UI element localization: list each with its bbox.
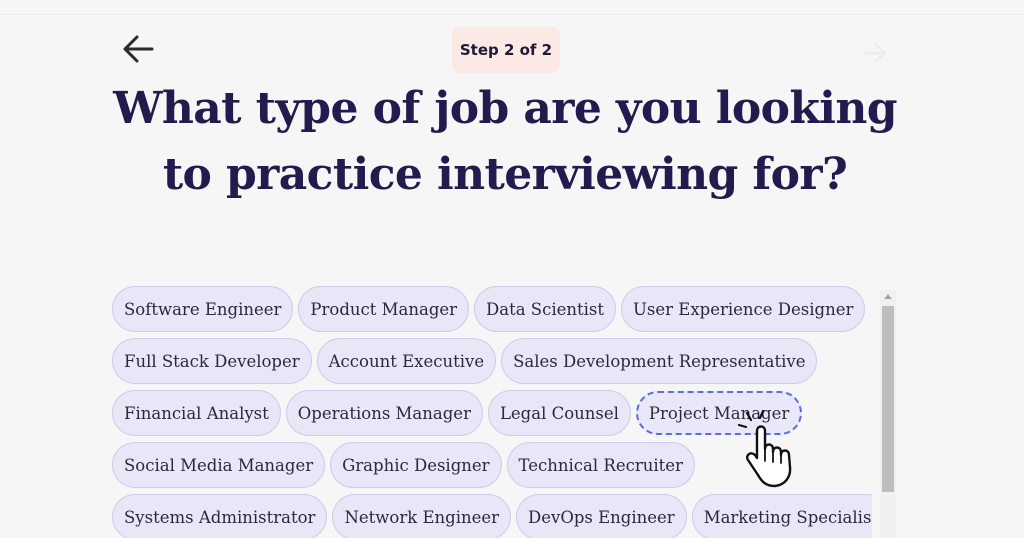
back-button[interactable] [118,30,158,68]
job-options-list: Software Engineer Product Manager Data Sci… [112,286,872,538]
job-options-row: Financial Analyst Operations Manager Legal… [112,390,872,436]
job-chip-technical-recruiter[interactable]: Technical Recruiter [506,442,695,488]
job-chip-graphic-designer[interactable]: Graphic Designer [330,442,502,488]
job-chip-account-executive[interactable]: Account Executive [316,338,497,384]
job-chip-devops-engineer[interactable]: DevOps Engineer [516,494,687,538]
job-chip-social-media-manager[interactable]: Social Media Manager [112,442,326,488]
top-divider [0,14,1024,15]
job-chip-product-manager[interactable]: Product Manager [298,286,470,332]
job-chip-marketing-specialist[interactable]: Marketing Specialist [691,494,872,538]
job-chip-operations-manager[interactable]: Operations Manager [285,390,483,436]
job-chip-systems-administrator[interactable]: Systems Administrator [112,494,328,538]
options-scrollbar[interactable] [880,290,896,538]
job-options-row: Full Stack Developer Account Executive Sal… [112,338,872,384]
job-chip-sales-development-representative[interactable]: Sales Development Representative [501,338,818,384]
job-chip-financial-analyst[interactable]: Financial Analyst [112,390,281,436]
job-options-row: Software Engineer Product Manager Data Sci… [112,286,872,332]
forward-button[interactable] [858,36,892,70]
job-chip-project-manager[interactable]: Project Manager [635,391,803,435]
step-indicator: Step 2 of 2 [452,27,560,73]
job-chip-user-experience-designer[interactable]: User Experience Designer [621,286,866,332]
job-chip-full-stack-developer[interactable]: Full Stack Developer [112,338,312,384]
job-chip-data-scientist[interactable]: Data Scientist [474,286,617,332]
job-chip-network-engineer[interactable]: Network Engineer [332,494,512,538]
job-options-row: Social Media Manager Graphic Designer Tech… [112,442,872,488]
arrow-right-icon [862,43,887,63]
question-heading: What type of job are you looking to prac… [113,83,897,200]
job-chip-software-engineer[interactable]: Software Engineer [112,286,294,332]
scroll-up-arrow[interactable] [884,294,892,299]
job-chip-legal-counsel[interactable]: Legal Counsel [487,390,631,436]
job-options-row: Systems Administrator Network Engineer Dev… [112,494,872,538]
scroll-thumb[interactable] [882,306,894,492]
arrow-left-icon [123,35,154,63]
